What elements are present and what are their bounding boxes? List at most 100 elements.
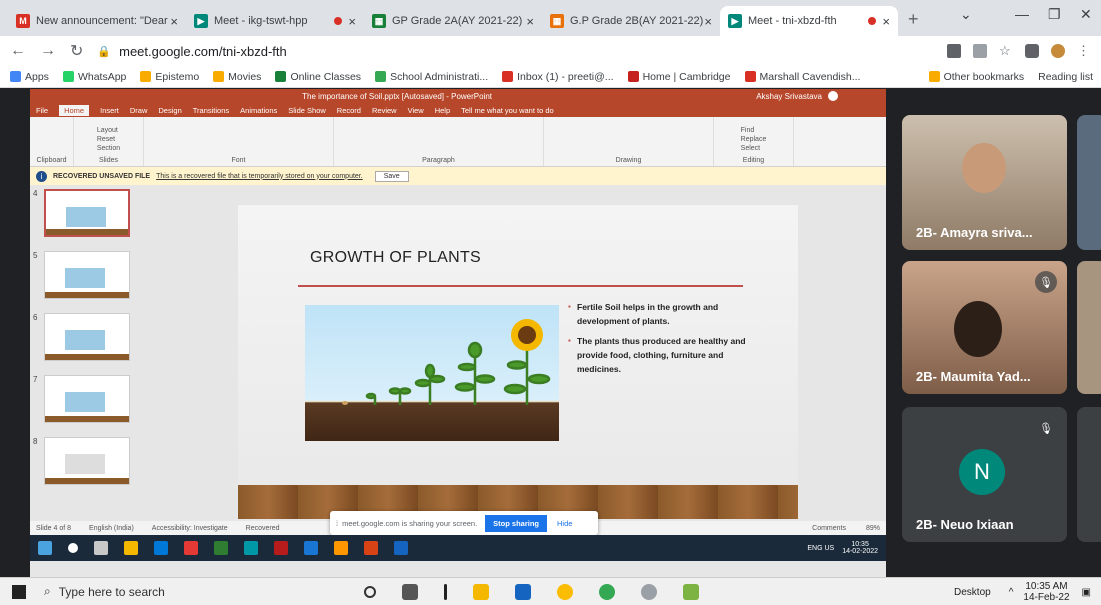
bookmark-item[interactable]: Epistemo xyxy=(140,71,199,83)
app-icon[interactable] xyxy=(683,583,699,600)
participant-tile-partial[interactable] xyxy=(1077,407,1101,542)
search-icon[interactable] xyxy=(68,543,78,553)
task-view-icon[interactable] xyxy=(94,541,108,555)
chevron-up-icon[interactable]: ^ xyxy=(1009,587,1014,598)
tab-search-icon[interactable]: ⌄ xyxy=(960,6,972,23)
hide-banner-button[interactable]: Hide xyxy=(557,519,572,528)
slide-thumbnail[interactable] xyxy=(44,375,130,423)
bookmark-item[interactable]: Apps xyxy=(10,71,49,83)
participant-tile-partial[interactable] xyxy=(1077,115,1101,250)
browser-tab[interactable]: ▶ Meet - tni-xbzd-fth × xyxy=(720,6,898,36)
bookmark-item[interactable]: WhatsApp xyxy=(62,71,126,83)
close-tab-icon[interactable]: × xyxy=(348,14,356,29)
ppt-menu-item[interactable]: View xyxy=(408,106,424,115)
bookmark-item[interactable]: Inbox (1) - preeti@... xyxy=(502,71,614,83)
app-icon[interactable] xyxy=(334,541,348,555)
participant-tile[interactable]: 2B- Amayra sriva... xyxy=(902,115,1067,250)
browser-tab[interactable]: ▦ G.P Grade 2B(AY 2021-22) × xyxy=(542,6,720,36)
save-button[interactable]: Save xyxy=(374,170,409,182)
star-icon[interactable]: ☆ xyxy=(999,44,1013,58)
select-button[interactable]: Select xyxy=(741,144,767,153)
reading-list[interactable]: Reading list xyxy=(1038,71,1093,83)
app-icon[interactable] xyxy=(154,541,168,555)
chrome-icon[interactable] xyxy=(599,583,615,600)
app-icon[interactable] xyxy=(274,541,288,555)
app-icon[interactable] xyxy=(304,541,318,555)
bookmark-item[interactable]: Online Classes xyxy=(275,71,361,83)
clock-date[interactable]: 14-Feb-22 xyxy=(1023,592,1069,603)
bookmark-item[interactable]: School Administrati... xyxy=(375,71,488,83)
current-slide[interactable]: GROWTH OF PLANTS ▪ Fertile Soil helps in… xyxy=(238,205,798,519)
bookmark-item[interactable]: Marshall Cavendish... xyxy=(744,71,860,83)
app-icon[interactable] xyxy=(214,541,228,555)
participant-tile[interactable]: 🎙 N 2B- Neuo Ixiaan xyxy=(902,407,1067,542)
ppt-menu-item[interactable]: Review xyxy=(372,106,397,115)
browser-tab[interactable]: ▶ Meet - ikg-tswt-hpp × xyxy=(186,6,364,36)
browser-tab[interactable]: M New announcement: "Dear × xyxy=(8,6,186,36)
new-tab-button[interactable]: + xyxy=(898,9,929,36)
minimize-icon[interactable]: — xyxy=(1015,6,1029,22)
find-button[interactable]: Find xyxy=(741,126,767,135)
comments-button[interactable]: Comments xyxy=(812,525,846,532)
app-icon[interactable] xyxy=(394,541,408,555)
ppt-menu-item[interactable]: Design xyxy=(158,106,181,115)
close-tab-icon[interactable]: × xyxy=(704,14,712,29)
menu-icon[interactable]: ⋮ xyxy=(1077,44,1091,58)
browser-tab[interactable]: ▦ GP Grade 2A(AY 2021-22) × xyxy=(364,6,542,36)
folder-icon[interactable] xyxy=(124,541,138,555)
app-icon[interactable] xyxy=(244,541,258,555)
participant-tile[interactable]: 🎙 2B- Maumita Yad... xyxy=(902,261,1067,394)
ppt-user[interactable]: Akshay Srivastava xyxy=(756,92,822,101)
zoom-level[interactable]: 89% xyxy=(866,525,880,532)
clock-time[interactable]: 10:35 AM xyxy=(1025,581,1067,592)
ppt-menu-item[interactable]: Slide Show xyxy=(288,106,326,115)
ppt-menu-item[interactable]: Record xyxy=(337,106,361,115)
participant-tile-partial[interactable] xyxy=(1077,261,1101,394)
desktop-toolbar[interactable]: Desktop xyxy=(954,587,991,598)
ppt-menu-item[interactable]: Help xyxy=(435,106,450,115)
cortana-icon[interactable] xyxy=(364,585,376,598)
ppt-menu-item[interactable]: Insert xyxy=(100,106,119,115)
file-explorer-icon[interactable] xyxy=(473,583,489,600)
ppt-menu-item[interactable]: Tell me what you want to do xyxy=(461,106,554,115)
ppt-menu-item[interactable]: Home xyxy=(59,104,90,116)
accessibility-status[interactable]: Accessibility: Investigate xyxy=(152,525,228,532)
close-tab-icon[interactable]: × xyxy=(170,14,178,29)
slide-thumbnail[interactable] xyxy=(44,251,130,299)
chrome-icon[interactable] xyxy=(557,583,573,600)
reset-button[interactable]: Reset xyxy=(97,135,120,144)
replace-button[interactable]: Replace xyxy=(741,135,767,144)
close-tab-icon[interactable]: × xyxy=(526,14,534,29)
reload-icon[interactable]: ↻ xyxy=(70,41,83,61)
ppt-menu-item[interactable]: File xyxy=(36,106,48,115)
section-button[interactable]: Section xyxy=(97,144,120,153)
drag-handle-icon[interactable]: ⁞ xyxy=(336,519,338,528)
app-icon[interactable] xyxy=(184,541,198,555)
slide-thumbnail[interactable] xyxy=(44,313,130,361)
app-icon[interactable] xyxy=(641,583,657,600)
camera-icon[interactable] xyxy=(947,44,961,58)
notification-icon[interactable]: ▣ xyxy=(1082,587,1091,598)
powerpoint-app-icon[interactable] xyxy=(364,541,378,555)
layout-button[interactable]: Layout xyxy=(97,126,120,135)
bookmark-item[interactable]: Movies xyxy=(213,71,261,83)
ppt-menu-item[interactable]: Transitions xyxy=(193,106,229,115)
profile-avatar[interactable] xyxy=(1051,44,1065,58)
url-input[interactable]: 🔒 meet.google.com/tni-xbzd-fth xyxy=(97,39,935,63)
forward-icon[interactable]: → xyxy=(40,42,56,60)
windows-start-icon[interactable] xyxy=(38,541,52,555)
back-icon[interactable]: ← xyxy=(10,42,26,60)
maximize-icon[interactable]: ❐ xyxy=(1048,6,1061,23)
close-tab-icon[interactable]: × xyxy=(882,14,890,29)
task-view-icon[interactable] xyxy=(402,583,418,600)
recovered-text[interactable]: This is a recovered file that is tempora… xyxy=(156,173,363,180)
other-bookmarks[interactable]: Other bookmarks xyxy=(928,71,1024,83)
close-window-icon[interactable]: ✕ xyxy=(1080,6,1092,23)
slide-thumbnail[interactable] xyxy=(44,437,130,485)
slide-thumbnail[interactable] xyxy=(44,189,130,237)
taskbar-search[interactable]: ⌕ Type here to search xyxy=(34,578,304,605)
word-icon[interactable] xyxy=(515,583,531,600)
extensions-icon[interactable] xyxy=(1025,44,1039,58)
stop-sharing-button[interactable]: Stop sharing xyxy=(485,514,548,532)
share-icon[interactable] xyxy=(973,44,987,58)
